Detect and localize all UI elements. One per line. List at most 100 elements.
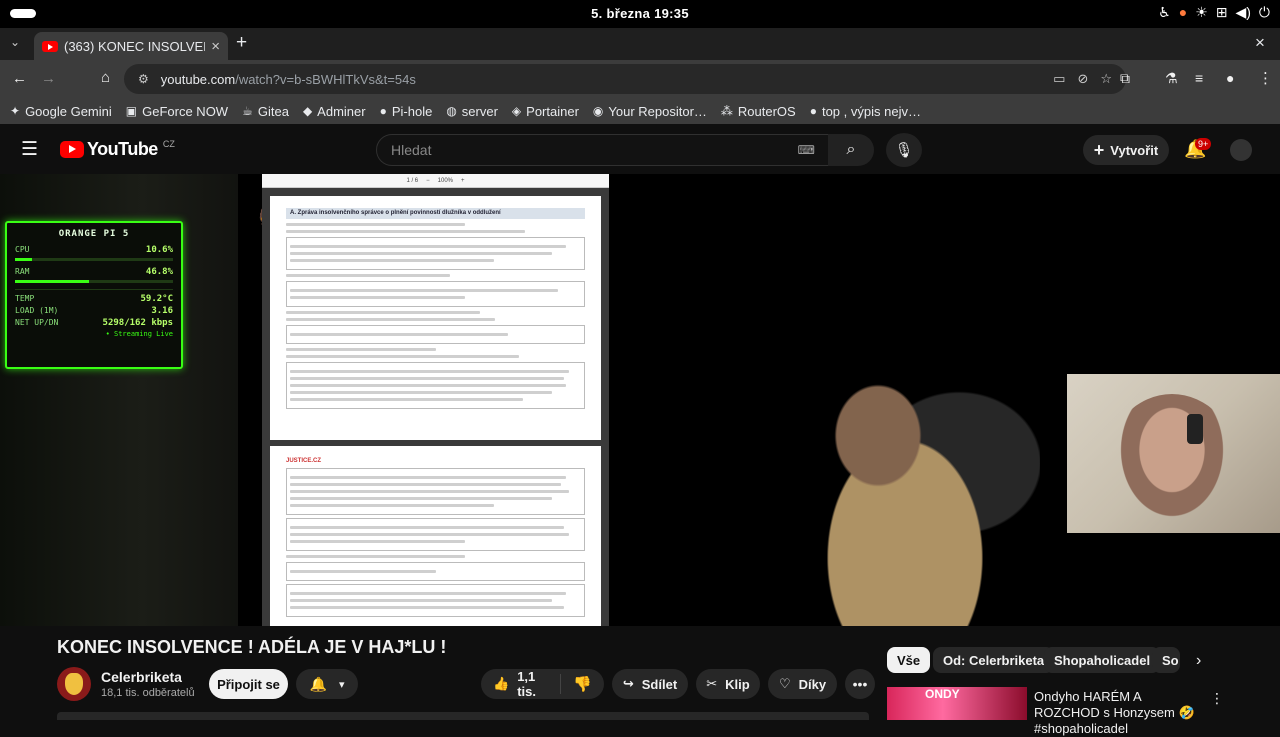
url-host: youtube.com bbox=[160, 71, 236, 87]
profile-icon[interactable]: ● bbox=[1226, 70, 1234, 86]
streaming-live-indicator: • Streaming Live bbox=[105, 330, 173, 338]
labs-icon[interactable]: ⚗ bbox=[1165, 70, 1178, 87]
bookmark-favicon-icon: ◉ bbox=[592, 104, 604, 118]
youtube-wordmark: YouTube bbox=[87, 139, 158, 159]
clip-button[interactable]: ✂ Klip bbox=[696, 669, 760, 699]
create-label: Vytvořit bbox=[1110, 142, 1159, 158]
pdf-zoom: 100% bbox=[437, 177, 454, 184]
thumbs-down-icon: 👎 bbox=[573, 676, 592, 693]
keyboard-icon[interactable]: ⌨ bbox=[798, 143, 815, 157]
recommended-video-title[interactable]: Ondyho HARÉM A ROZCHOD s Honzysem 🤣 #sho… bbox=[1034, 689, 1204, 737]
ram-value: 46.8% bbox=[145, 267, 173, 277]
home-icon[interactable]: ⌂ bbox=[101, 69, 110, 86]
description-box[interactable] bbox=[57, 712, 869, 720]
like-dislike-group: 👍 1,1 tis. 👎 bbox=[481, 669, 604, 699]
thumb-text: ONDY bbox=[925, 687, 960, 701]
channel-name[interactable]: Celerbriketa bbox=[101, 669, 182, 685]
pdf-page-counter: 1 / 6 bbox=[406, 177, 419, 184]
brightness-icon[interactable]: ☀ bbox=[1195, 4, 1208, 21]
browser-menu-icon[interactable]: ⋮ bbox=[1258, 69, 1273, 87]
bookmark-favicon-icon: ◆ bbox=[302, 104, 313, 118]
extensions-icon[interactable]: ⧉ bbox=[1120, 70, 1130, 87]
thanks-button[interactable]: ♡ Díky bbox=[768, 669, 837, 699]
bookmark-item[interactable]: ✦ Google Gemini bbox=[10, 104, 112, 119]
join-button[interactable]: Připojit se bbox=[209, 669, 288, 699]
zoom-in-icon: + bbox=[461, 177, 465, 184]
bookmark-item[interactable]: ● top , výpis nejv… bbox=[810, 104, 921, 119]
pdf-section-title: A. Zpráva insolvenčního správce o plnění… bbox=[286, 208, 585, 219]
url-path: /watch?v=b-sBWHlTkVs&t=54s bbox=[235, 71, 416, 87]
search-button[interactable]: ⌕ bbox=[828, 134, 874, 166]
account-avatar[interactable] bbox=[1230, 139, 1252, 161]
thanks-label: Díky bbox=[798, 676, 827, 692]
recommendation-menu-icon[interactable]: ⋮ bbox=[1210, 690, 1224, 707]
pdf-page-2: JUSTICE.CZ bbox=[270, 446, 601, 626]
share-button[interactable]: ↪ Sdílet bbox=[612, 669, 688, 699]
video-player[interactable]: ORANGE PI 5 CPU 10.6% RAM 46.8% TEMP 59.2°C… bbox=[0, 174, 1280, 626]
create-button[interactable]: + Vytvořit bbox=[1083, 135, 1169, 165]
bookmark-favicon-icon: ⁂ bbox=[720, 104, 733, 118]
bookmark-item[interactable]: ◉ Your Repositor… bbox=[593, 104, 707, 119]
bookmark-star-icon[interactable]: ☆ bbox=[1100, 71, 1112, 87]
bookmark-label: GeForce NOW bbox=[142, 103, 229, 119]
region-code: CZ bbox=[162, 139, 175, 149]
tab-close-icon[interactable]: × bbox=[211, 38, 220, 55]
media-controls-icon[interactable]: ≡ bbox=[1195, 70, 1203, 86]
bookmark-item[interactable]: ⁂ RouterOS bbox=[721, 104, 796, 119]
tab-list-chevron-icon[interactable]: ⌄ bbox=[10, 35, 20, 49]
like-button[interactable]: 👍 1,1 tis. bbox=[481, 669, 562, 699]
close-window-icon[interactable]: × bbox=[1255, 33, 1265, 53]
bookmark-item[interactable]: ◈ Portainer bbox=[512, 104, 579, 119]
eye-off-icon[interactable]: ⊘ bbox=[1077, 71, 1088, 87]
new-tab-button[interactable]: + bbox=[236, 32, 247, 54]
tab-youtube[interactable]: (363) KONEC INSOLVENC × bbox=[34, 32, 228, 60]
power-icon[interactable]: ⏻ bbox=[1259, 4, 1270, 21]
recommended-video-thumbnail[interactable]: ONDY bbox=[887, 687, 1027, 720]
chip-all[interactable]: Vše bbox=[887, 647, 931, 673]
bookmark-item[interactable]: ● Pi-hole bbox=[380, 104, 433, 119]
plus-icon: + bbox=[1093, 139, 1105, 160]
youtube-logo[interactable]: YouTube CZ bbox=[60, 139, 175, 160]
browser-toolbar: ← → ⌂ ⚙ youtube.com/watch?v=b-sBWHlTkVs&… bbox=[0, 60, 1280, 98]
like-count: 1,1 tis. bbox=[517, 669, 536, 699]
bell-icon: 🔔 bbox=[309, 675, 327, 692]
site-info-icon[interactable]: ⚙ bbox=[138, 72, 149, 86]
chip-shopaholicadel[interactable]: Shopaholicadel bbox=[1044, 647, 1161, 673]
accessibility-icon[interactable]: ♿ bbox=[1158, 4, 1171, 21]
bookmark-favicon-icon: ● bbox=[809, 104, 817, 118]
clip-label: Klip bbox=[725, 676, 750, 692]
hamburger-menu-icon[interactable]: ☰ bbox=[21, 138, 38, 161]
bookmark-label: Adminer bbox=[317, 103, 366, 119]
bookmark-label: top , výpis nejv… bbox=[821, 103, 921, 119]
microphone-icon: 🎙 bbox=[894, 142, 914, 159]
bookmark-label: Google Gemini bbox=[25, 103, 112, 119]
forward-icon[interactable]: → bbox=[41, 70, 56, 87]
bookmark-item[interactable]: ◆ Adminer bbox=[303, 104, 366, 119]
search-input[interactable]: Hledat ⌨ bbox=[376, 134, 830, 166]
chip-from-channel[interactable]: Od: Celerbriketa bbox=[933, 647, 1055, 673]
bookmark-favicon-icon: ☕ bbox=[242, 104, 253, 118]
volume-icon[interactable]: ◀) bbox=[1235, 4, 1250, 21]
chip-so[interactable]: So bbox=[1152, 647, 1180, 673]
bookmark-item[interactable]: ☕ Gitea bbox=[242, 104, 289, 119]
bookmark-favicon-icon: ▣ bbox=[125, 104, 138, 118]
orange-pi-overlay: ORANGE PI 5 CPU 10.6% RAM 46.8% TEMP 59.2°C… bbox=[5, 221, 183, 369]
scissors-icon: ✂ bbox=[706, 676, 718, 691]
bookmark-item[interactable]: ▣ GeForce NOW bbox=[126, 104, 228, 119]
cpu-bar-fill bbox=[15, 258, 32, 261]
chips-next-icon[interactable]: › bbox=[1196, 652, 1201, 670]
dislike-button[interactable]: 👎 bbox=[561, 675, 604, 693]
voice-search-button[interactable]: 🎙 bbox=[886, 133, 922, 167]
back-icon[interactable]: ← bbox=[12, 70, 27, 87]
channel-avatar[interactable] bbox=[57, 667, 91, 701]
youtube-favicon-icon bbox=[42, 40, 58, 52]
address-bar[interactable]: ⚙ youtube.com/watch?v=b-sBWHlTkVs&t=54s … bbox=[124, 64, 1126, 94]
notification-preference-button[interactable]: 🔔 ▾ bbox=[296, 669, 358, 699]
network-icon[interactable]: ⊞ bbox=[1216, 4, 1228, 21]
cast-icon[interactable]: ▭ bbox=[1053, 71, 1065, 87]
net-label: NET UP/DN bbox=[15, 318, 59, 327]
bookmark-item[interactable]: ◍ server bbox=[446, 104, 498, 119]
ram-bar bbox=[15, 280, 173, 283]
more-actions-button[interactable]: ••• bbox=[845, 669, 875, 699]
overlay-title: ORANGE PI 5 bbox=[58, 229, 130, 239]
